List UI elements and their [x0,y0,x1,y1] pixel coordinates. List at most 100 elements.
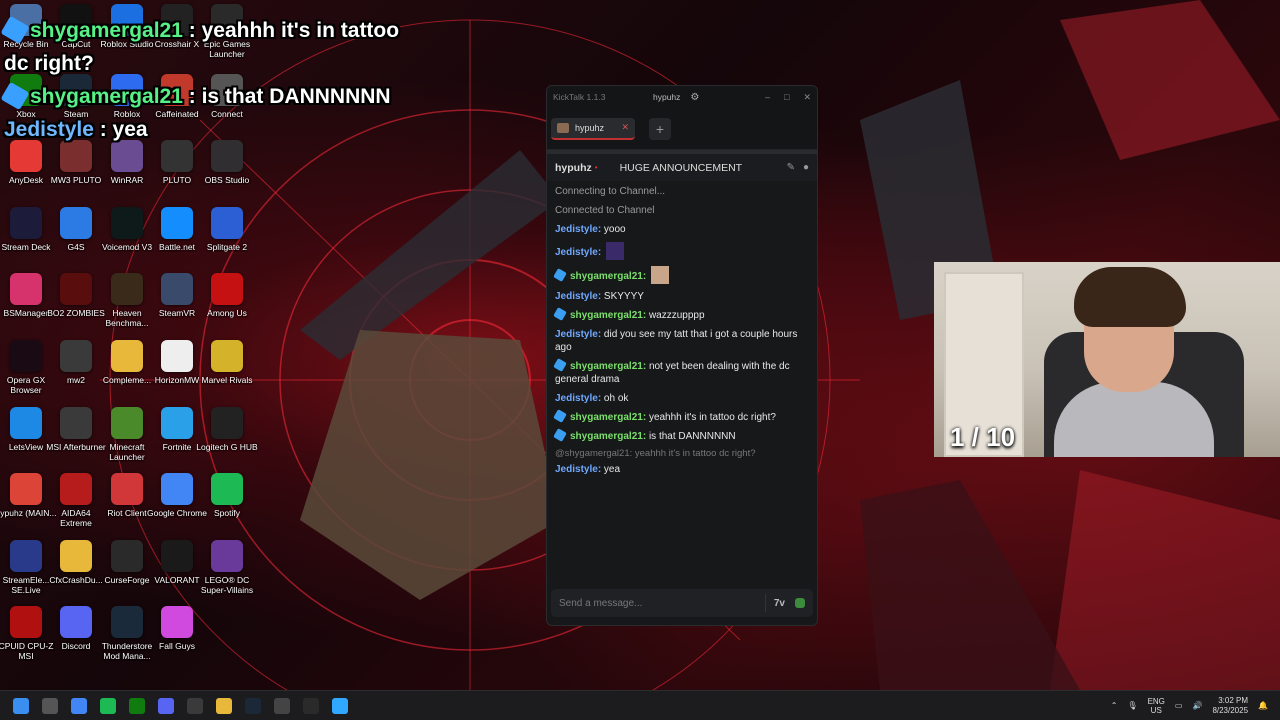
taskbar-app-button[interactable] [35,691,64,720]
desktop-icon-label: Splitgate 2 [206,242,248,252]
verified-badge-icon [553,307,567,321]
chat-text: wazzzupppp [648,310,705,321]
chat-username[interactable]: Jedistyle [555,464,598,475]
taskbar-app-button[interactable] [209,691,238,720]
taskbar-app-button[interactable] [122,691,151,720]
chat-username[interactable]: shygamergal21 [570,271,643,282]
taskbar-app-button[interactable] [296,691,325,720]
chat-message: Jedistyle: SKYYYY [555,290,809,303]
desktop-icon[interactable]: LEGO® DC Super-Villains [197,540,257,602]
webcam-feed: 1 / 10 [934,262,1280,457]
desktop-icon[interactable]: Logitech G HUB [196,407,258,469]
taskbar-app-button[interactable] [151,691,180,720]
chat-username[interactable]: Jedistyle [555,224,598,235]
message-input[interactable] [559,597,739,609]
marvel-rivals-icon [211,340,243,372]
chat-username[interactable]: Jedistyle [555,393,598,404]
notification-icon[interactable]: 🔔 [1258,701,1268,710]
streamelements-icon [10,540,42,572]
obs-icon [186,697,203,714]
desktop-icon[interactable]: Marvel Rivals [197,340,257,402]
volume-icon[interactable]: 🔊 [1192,701,1202,710]
message-input-bar: 7v [551,589,813,617]
overlay-username: shygamergal21 [30,19,183,42]
chat-message-list[interactable]: Connecting to Channel... Connected to Cha… [547,181,817,486]
aida64-icon [60,473,92,505]
window-titlebar[interactable]: KickTalk 1.1.3 hypuhz ⚙ – □ ✕ [547,86,817,108]
network-icon[interactable]: ▭ [1175,701,1183,710]
chat-username[interactable]: Jedistyle [555,329,598,340]
overlay-text: : is that DANNNNNN [182,85,391,108]
chrome-icon [161,473,193,505]
reply-context: @shygamergal21: yeahhh it's in tattoo dc… [555,448,756,459]
close-button[interactable]: ✕ [803,92,811,103]
chat-username[interactable]: shygamergal21 [570,310,643,321]
desktop-icon-label: Fall Guys [159,641,195,651]
mw2-icon [60,340,92,372]
stream-deck-icon [10,207,42,239]
current-user[interactable]: hypuhz [653,92,680,102]
overlay-username: shygamergal21 [30,85,183,108]
channel-name: hypuhz [555,161,592,174]
emote-image [605,242,624,260]
desktop-icon-label: Marvel Rivals [201,375,253,385]
language-indicator[interactable]: ENG US [1148,697,1165,715]
add-tab-button[interactable]: + [649,117,671,140]
desktop-icon[interactable]: OBS Studio [197,140,257,202]
chat-username[interactable]: Jedistyle [555,247,598,258]
seventv-emote-icon[interactable]: 7v [774,598,785,609]
taskbar-app-button[interactable] [267,691,296,720]
desktop-icon[interactable]: Among Us [197,273,257,335]
taskbar-app-button[interactable] [325,691,354,720]
close-tab-icon[interactable]: ✕ [621,122,629,133]
taskbar-pinned-apps [6,691,354,720]
user-icon[interactable]: ● [803,162,809,173]
desktop-icon-label: LEGO® DC Super-Villains [200,575,254,595]
fall-guys-icon [161,606,193,638]
chat-username[interactable]: shygamergal21 [570,412,643,423]
maximize-button[interactable]: □ [784,92,789,103]
taskbar-app-button[interactable] [6,691,35,720]
microphone-icon[interactable]: 🎙 [1127,701,1137,710]
chat-message: shygamergal21: is that DANNNNNN [553,428,809,443]
chat-text: yea [603,464,621,475]
chrome-profile-icon [10,473,42,505]
spotify-icon [99,697,116,714]
chat-username[interactable]: Jedistyle [555,291,598,302]
divider [764,594,766,612]
desktop-icon-label: Spotify [214,508,240,518]
taskbar-app-button[interactable] [180,691,209,720]
chat-message: Jedistyle: yooo [555,223,809,236]
username-colon: : [597,247,604,258]
webcam-person-shirt [1054,382,1214,457]
pin-icon[interactable]: ✎ [787,162,795,173]
steam-icon [244,697,261,714]
taskbar-app-button[interactable] [64,691,93,720]
chrome-icon [70,697,87,714]
battlenet-icon [161,207,193,239]
gear-icon[interactable]: ⚙ [690,92,699,103]
channel-tabs: hypuhz ✕ + [547,108,817,150]
kick-emote-icon[interactable] [795,598,805,608]
desktop-icon[interactable]: Fall Guys [147,606,207,668]
clock[interactable]: 3:02 PM 8/23/2025 [1212,696,1248,716]
chat-username[interactable]: shygamergal21 [570,431,643,442]
discord-icon [60,606,92,638]
clock-time: 3:02 PM [1218,695,1249,705]
chat-username[interactable]: shygamergal21 [570,361,643,372]
desktop-icon[interactable]: Splitgate 2 [197,207,257,269]
minimize-button[interactable]: – [765,92,770,103]
chat-message: shygamergal21: [553,266,809,284]
taskbar-app-button[interactable] [93,691,122,720]
chevron-up-icon[interactable]: ⌃ [1111,701,1118,710]
thunderstore-icon [111,606,143,638]
overlay-text: : yeahhh it's in tattoo [182,19,400,42]
desktop-icon[interactable]: Spotify [197,473,257,535]
logitech-icon [273,697,290,714]
region-code: US [1150,705,1162,715]
tab-label: hypuhz [575,122,605,133]
discord-icon [157,697,174,714]
taskbar-app-button[interactable] [238,691,267,720]
tab-hypuhz[interactable]: hypuhz ✕ [551,117,635,140]
desktop-icon-label: Logitech G HUB [196,442,258,452]
